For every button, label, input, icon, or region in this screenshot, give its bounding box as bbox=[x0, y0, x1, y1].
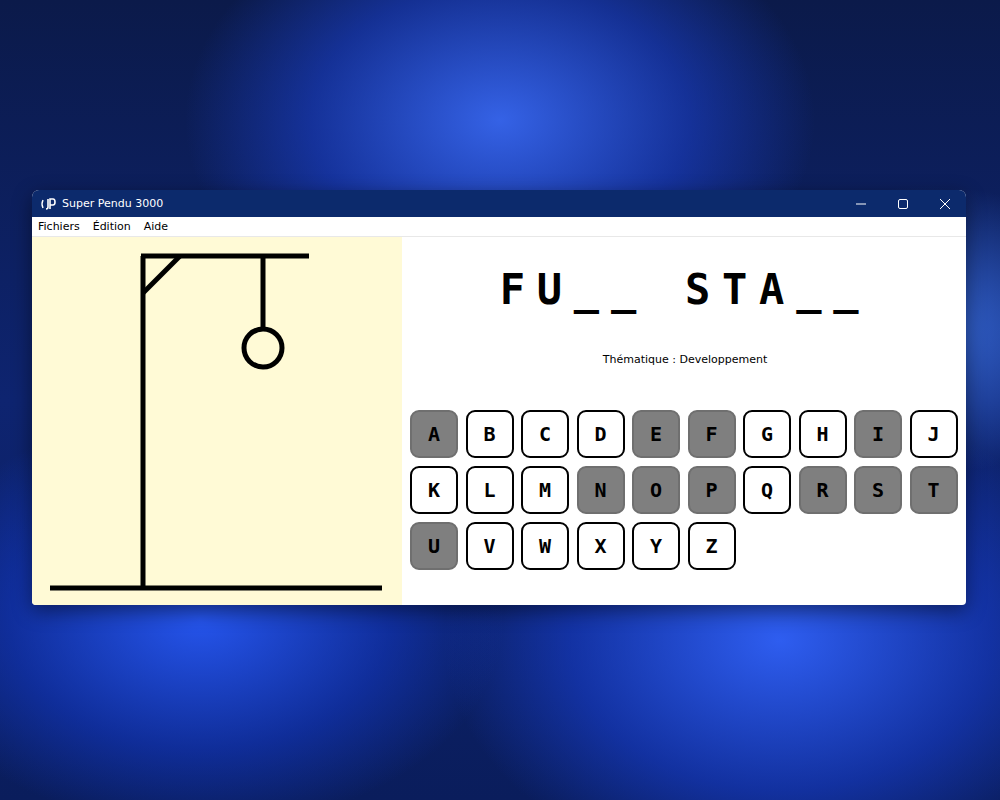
letter-key[interactable]: N bbox=[577, 466, 625, 514]
letter-keyboard: ABCDEFGHIJ KLMNOPQRST UVWXYZ bbox=[410, 410, 958, 570]
letter-key[interactable]: Q bbox=[743, 466, 791, 514]
letter-key[interactable]: W bbox=[521, 522, 569, 570]
menu-item[interactable]: Aide bbox=[144, 220, 168, 233]
letter-key[interactable]: H bbox=[799, 410, 847, 458]
letter-key[interactable]: F bbox=[688, 410, 736, 458]
maximize-icon bbox=[898, 199, 908, 209]
letter-key[interactable]: A bbox=[410, 410, 458, 458]
letter-key[interactable]: R bbox=[799, 466, 847, 514]
letter-key[interactable]: B bbox=[466, 410, 514, 458]
letter-key[interactable]: D bbox=[577, 410, 625, 458]
title-bar[interactable]: Super Pendu 3000 bbox=[32, 190, 966, 217]
letter-key[interactable]: G bbox=[743, 410, 791, 458]
menu-item[interactable]: Édition bbox=[93, 220, 131, 233]
gallows-drawing bbox=[32, 237, 402, 605]
desktop: Super Pendu 3000 Fichiers Édition Aide FU_… bbox=[0, 0, 1000, 800]
letter-key[interactable]: Z bbox=[688, 522, 736, 570]
hangman-head bbox=[244, 329, 282, 367]
menu-bar: Fichiers Édition Aide bbox=[32, 217, 966, 237]
letter-key[interactable]: T bbox=[910, 466, 958, 514]
theme-label: Thématique : Developpement bbox=[603, 353, 768, 366]
letter-key[interactable]: S bbox=[854, 466, 902, 514]
letter-key[interactable]: M bbox=[521, 466, 569, 514]
letter-key[interactable]: O bbox=[632, 466, 680, 514]
letter-key[interactable]: Y bbox=[632, 522, 680, 570]
letter-key[interactable]: X bbox=[577, 522, 625, 570]
menu-item[interactable]: Fichiers bbox=[38, 220, 80, 233]
letter-key[interactable]: L bbox=[466, 466, 514, 514]
window-title: Super Pendu 3000 bbox=[62, 197, 163, 210]
minimize-button[interactable] bbox=[840, 190, 882, 217]
minimize-icon bbox=[856, 199, 866, 209]
app-window: Super Pendu 3000 Fichiers Édition Aide FU_… bbox=[32, 190, 966, 605]
close-button[interactable] bbox=[924, 190, 966, 217]
letter-key[interactable]: P bbox=[688, 466, 736, 514]
close-icon bbox=[940, 199, 950, 209]
letter-key[interactable]: V bbox=[466, 522, 514, 570]
gallows-panel bbox=[32, 237, 402, 605]
letter-key[interactable]: C bbox=[521, 410, 569, 458]
letter-key[interactable]: J bbox=[910, 410, 958, 458]
maximize-button[interactable] bbox=[882, 190, 924, 217]
letter-key[interactable]: E bbox=[632, 410, 680, 458]
letter-key[interactable]: I bbox=[854, 410, 902, 458]
app-logo-icon bbox=[40, 197, 56, 211]
hidden-word: FU__ STA__ bbox=[500, 265, 870, 315]
letter-key[interactable]: K bbox=[410, 466, 458, 514]
letter-key[interactable]: U bbox=[410, 522, 458, 570]
game-panel: FU__ STA__ Thématique : Developpement AB… bbox=[402, 237, 966, 605]
